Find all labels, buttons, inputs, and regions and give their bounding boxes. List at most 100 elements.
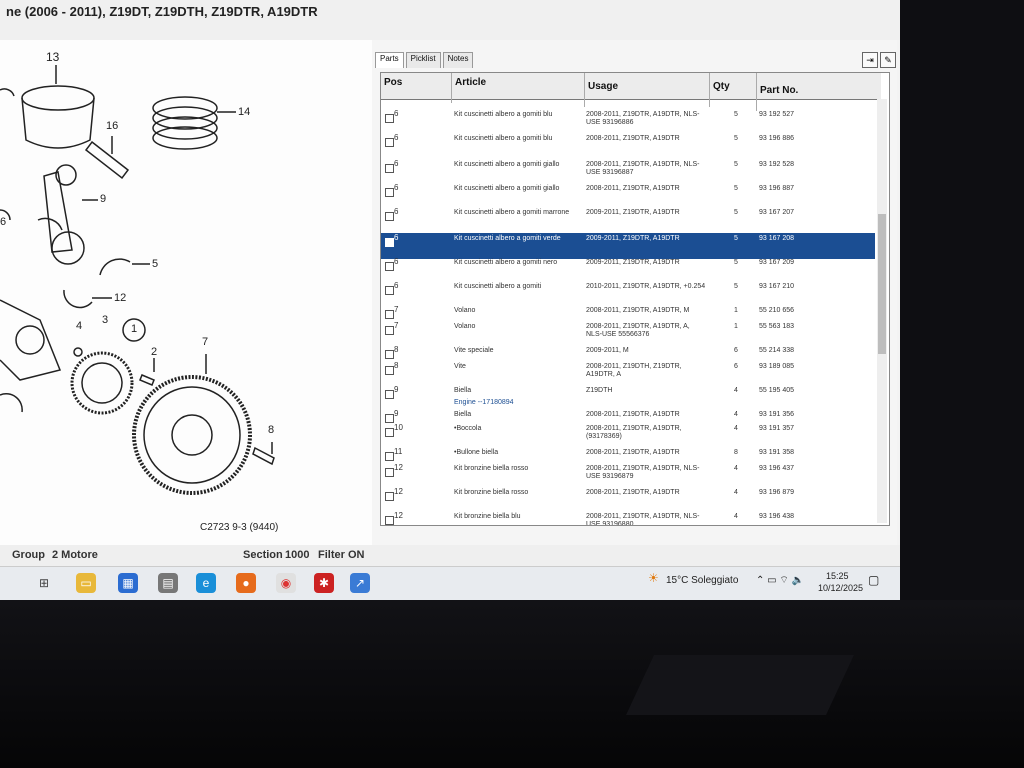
table-header: Pos Article Usage Qty Part No. [381, 73, 881, 111]
article-cell: Kit cuscinetti albero a gomiti marrone [454, 209, 570, 216]
scroll-thumb[interactable] [878, 214, 886, 354]
firefox-icon[interactable]: ● [236, 573, 256, 593]
row-checkbox[interactable] [385, 238, 394, 247]
weather-text[interactable]: 15°C Soleggiato [666, 575, 738, 586]
table-row[interactable]: 6 Kit cuscinetti albero a gomiti 2010-2011… [381, 281, 875, 307]
edit-note-icon[interactable]: ✎ [880, 52, 896, 68]
clock-time[interactable]: 15:25 [826, 571, 849, 581]
table-row[interactable]: 6 Kit cuscinetti albero a gomiti giallo 20… [381, 183, 875, 209]
row-checkbox[interactable] [385, 164, 394, 173]
group-label: Group [12, 549, 45, 561]
clock-date[interactable]: 10/12/2025 [818, 583, 863, 593]
parts-panel: Parts Picklist Notes ⇥ ✎ Pos Article Usa… [372, 40, 897, 545]
qty-cell: 4 [734, 489, 738, 496]
monitor-bezel-bottom [0, 600, 1024, 768]
remote-app-icon[interactable]: ↗ [350, 573, 370, 593]
window-title: ne (2006 - 2011), Z19DT, Z19DTH, Z19DTR,… [6, 4, 318, 19]
part-number-cell: 93 196 886 [759, 135, 795, 142]
table-row[interactable]: 6 Kit cuscinetti albero a gomiti verde 200… [381, 233, 875, 259]
row-checkbox[interactable] [385, 286, 394, 295]
tab-parts[interactable]: Parts [375, 52, 404, 68]
table-row[interactable]: 6 Kit cuscinetti albero a gomiti blu 2008-… [381, 133, 875, 159]
part-number-cell: 93 167 209 [759, 259, 795, 266]
pos-cell: 12 [394, 487, 403, 496]
tab-picklist[interactable]: Picklist [405, 52, 441, 68]
qty-cell: 1 [734, 307, 738, 314]
notification-icon[interactable]: ▢ [868, 573, 879, 587]
usage-cell: 2009-2011, M [586, 347, 629, 354]
row-checkbox[interactable] [385, 114, 394, 123]
usage-cell: 2008-2011, Z19DTR, A19DTR, A, NLS-USE 55… [586, 323, 690, 338]
pos-cell: 6 [394, 109, 399, 118]
vertical-scrollbar[interactable] [877, 99, 887, 523]
table-row[interactable]: 6 Kit cuscinetti albero a gomiti nero 2009… [381, 257, 875, 283]
table-row[interactable]: 12 Kit bronzine biella blu 2008-2011, Z19D… [381, 511, 875, 525]
qty-cell: 5 [734, 185, 738, 192]
pos-cell: 6 [394, 233, 399, 242]
row-checkbox[interactable] [385, 138, 394, 147]
filter-label: Filter [318, 549, 345, 561]
table-row[interactable]: 6 Kit cuscinetti albero a gomiti blu 2008-… [381, 109, 875, 135]
article-cell: Kit bronzine biella blu [454, 513, 521, 520]
col-qty[interactable]: Qty [709, 73, 730, 107]
row-checkbox[interactable] [385, 366, 394, 375]
qty-cell: 5 [734, 259, 738, 266]
article-cell: Kit cuscinetti albero a gomiti blu [454, 135, 553, 142]
row-checkbox[interactable] [385, 492, 394, 501]
row-checkbox[interactable] [385, 350, 394, 359]
tray-icons[interactable]: ⌃ ▭ ⌔ 🔈 [756, 574, 804, 587]
qty-cell: 5 [734, 235, 738, 242]
row-checkbox[interactable] [385, 468, 394, 477]
table-row[interactable]: 9 Biella Engine --17180894 Z19DTH 4 55 195 40… [381, 385, 875, 411]
tab-notes[interactable]: Notes [442, 52, 474, 68]
filter-value: ON [348, 549, 365, 561]
row-checkbox[interactable] [385, 262, 394, 271]
usage-cell: 2008-2011, Z19DTR, A19DTR [586, 489, 680, 496]
store-icon[interactable]: ▦ [118, 573, 138, 593]
row-checkbox[interactable] [385, 516, 394, 525]
task-view-icon[interactable]: ⊞ [34, 573, 54, 593]
qty-cell: 5 [734, 111, 738, 118]
add-to-picklist-icon[interactable]: ⇥ [862, 52, 878, 68]
col-part-no[interactable]: Part No. [756, 73, 798, 111]
callout-12: 12 [114, 292, 127, 304]
callout-16: 16 [106, 120, 119, 132]
qty-cell: 4 [734, 387, 738, 394]
table-row[interactable]: 8 Vite 2008-2011, Z19DTH, Z19DTR, A19DTR, … [381, 361, 875, 387]
exploded-diagram: 13 14 16 9 5 12 4 3 1 2 7 8 6 C2723 9-3 … [0, 40, 372, 545]
usage-cell: 2008-2011, Z19DTR, A19DTR [586, 135, 680, 142]
row-checkbox[interactable] [385, 414, 394, 423]
article-cell: Kit cuscinetti albero a gomiti [454, 283, 542, 290]
row-checkbox[interactable] [385, 326, 394, 335]
table-row[interactable]: 12 Kit bronzine biella rosso 2008-2011, Z1… [381, 463, 875, 489]
monitor-screen: ne (2006 - 2011), Z19DT, Z19DTH, Z19DTR,… [0, 0, 900, 600]
file-explorer-icon[interactable]: ▭ [76, 573, 96, 593]
usage-cell: 2008-2011, Z19DTR, A19DTR, M [586, 307, 690, 314]
table-row[interactable]: 6 Kit cuscinetti albero a gomiti marrone 2… [381, 207, 875, 233]
pos-cell: 6 [394, 281, 399, 290]
app-icon[interactable]: ✱ [314, 573, 334, 593]
usage-cell: 2008-2011, Z19DTR, A19DTR [586, 411, 680, 418]
edge-icon[interactable]: e [196, 573, 216, 593]
chrome-icon[interactable]: ◉ [276, 573, 296, 593]
article-cell: Kit bronzine biella rosso [454, 489, 529, 496]
part-number-cell: 93 167 208 [759, 235, 795, 242]
col-article[interactable]: Article [451, 73, 486, 103]
row-checkbox[interactable] [385, 212, 394, 221]
usage-cell: 2010-2011, Z19DTR, A19DTR, +0.254 [586, 283, 706, 290]
row-checkbox[interactable] [385, 428, 394, 437]
col-usage[interactable]: Usage [584, 73, 618, 107]
qty-cell: 4 [734, 513, 738, 520]
row-checkbox[interactable] [385, 452, 394, 461]
table-row[interactable]: 12 Kit bronzine biella rosso 2008-2011, Z1… [381, 487, 875, 513]
table-row[interactable]: 10 •Boccola 2008-2011, Z19DTR, A19DTR, (93… [381, 423, 875, 449]
table-row[interactable]: 7 Volano 2008-2011, Z19DTR, A19DTR, A, NLS… [381, 321, 875, 347]
table-row[interactable]: 6 Kit cuscinetti albero a gomiti giallo 20… [381, 159, 875, 185]
article-cell: Kit cuscinetti albero a gomiti nero [454, 259, 558, 266]
calculator-icon[interactable]: ▤ [158, 573, 178, 593]
group-value: 2 Motore [52, 549, 98, 561]
row-checkbox[interactable] [385, 188, 394, 197]
row-checkbox[interactable] [385, 310, 394, 319]
col-pos[interactable]: Pos [381, 77, 402, 103]
row-checkbox[interactable] [385, 390, 394, 399]
